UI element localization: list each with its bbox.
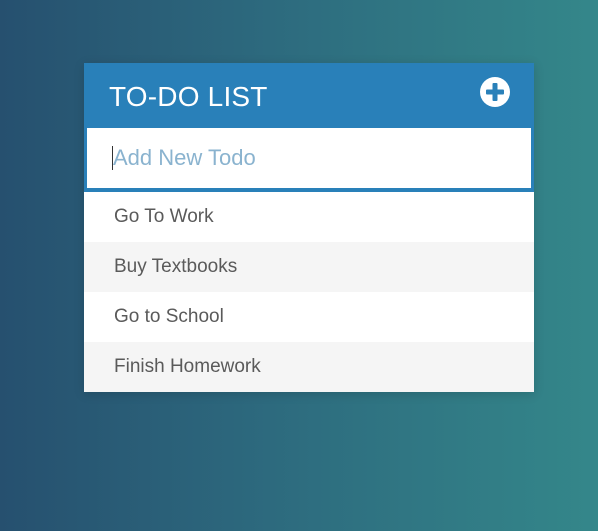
- add-todo-button[interactable]: [480, 76, 510, 107]
- todo-item[interactable]: Go To Work: [84, 192, 534, 242]
- todo-card: TO-DO LIST Go To Work Buy Textbooks Go t…: [84, 63, 534, 392]
- todo-item[interactable]: Finish Homework: [84, 342, 534, 392]
- plus-circle-icon: [486, 82, 504, 101]
- input-wrapper: [84, 128, 534, 192]
- todo-header: TO-DO LIST: [84, 63, 534, 128]
- page-title: TO-DO LIST: [109, 80, 268, 112]
- todo-item[interactable]: Go to School: [84, 292, 534, 342]
- new-todo-input[interactable]: [87, 128, 531, 188]
- todo-item[interactable]: Buy Textbooks: [84, 242, 534, 292]
- todo-list: Go To Work Buy Textbooks Go to School Fi…: [84, 192, 534, 392]
- text-caret: [112, 146, 113, 170]
